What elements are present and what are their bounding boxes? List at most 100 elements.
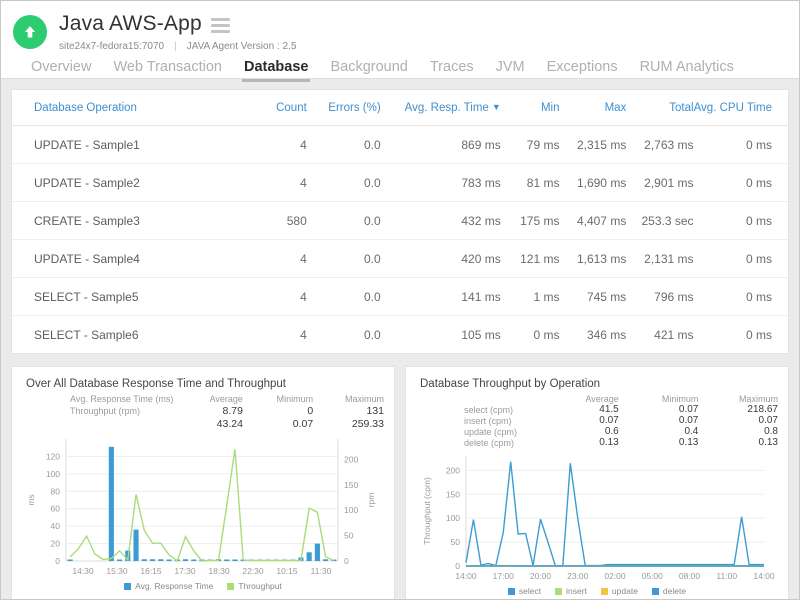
stats-avg-response-maximum: 131 bbox=[313, 405, 384, 418]
cell-count: 4 bbox=[243, 126, 307, 164]
column-header-database-operation[interactable]: Database Operation bbox=[12, 90, 243, 126]
svg-text:150: 150 bbox=[446, 489, 460, 499]
cell-total: 2,131 ms bbox=[626, 240, 693, 278]
chevron-down-icon: ▼ bbox=[492, 102, 501, 112]
svg-text:05:00: 05:00 bbox=[642, 571, 664, 581]
stats-label-select: select (cpm) bbox=[416, 404, 539, 415]
cell-max: 1,613 ms bbox=[559, 240, 626, 278]
cell-operation: SELECT - Sample6 bbox=[12, 316, 243, 354]
stats-row: select (cpm) 41.5 0.07 218.67 bbox=[416, 404, 778, 415]
legend-item-delete[interactable]: delete bbox=[652, 586, 686, 596]
svg-text:08:00: 08:00 bbox=[679, 571, 701, 581]
column-header-min[interactable]: Min bbox=[501, 90, 560, 126]
table-header-row: Database Operation Count Errors (%) Avg.… bbox=[12, 90, 788, 126]
host-label: site24x7-fedora15:7070 bbox=[59, 41, 164, 52]
stats-update-average: 0.6 bbox=[539, 426, 619, 437]
column-header-errors[interactable]: Errors (%) bbox=[307, 90, 381, 126]
legend-swatch-delete bbox=[652, 588, 659, 595]
cell-min: 175 ms bbox=[501, 202, 560, 240]
legend-item-select[interactable]: select bbox=[508, 586, 541, 596]
stats-select-minimum: 0.07 bbox=[619, 404, 699, 415]
app-window: Java AWS-App site24x7-fedora15:7070 | JA… bbox=[0, 0, 800, 600]
cell-avg-resp: 869 ms bbox=[381, 126, 501, 164]
column-header-avg-cpu-time[interactable]: Avg. CPU Time bbox=[694, 90, 788, 126]
cell-count: 4 bbox=[243, 240, 307, 278]
page-title: Java AWS-App bbox=[59, 13, 202, 35]
header-separator: | bbox=[174, 41, 177, 52]
svg-text:20: 20 bbox=[51, 539, 61, 549]
legend-item-avg-response-time[interactable]: Avg. Response Time bbox=[124, 581, 213, 591]
table-row: CREATE - Sample3 580 0.0 432 ms 175 ms 4… bbox=[12, 202, 788, 240]
cell-total: 2,901 ms bbox=[626, 164, 693, 202]
svg-text:100: 100 bbox=[46, 469, 60, 479]
left-chart-legend: Avg. Response Time Throughput bbox=[22, 581, 384, 591]
app-header: Java AWS-App site24x7-fedora15:7070 | JA… bbox=[1, 1, 799, 79]
legend-swatch-insert bbox=[555, 588, 562, 595]
column-header-count[interactable]: Count bbox=[243, 90, 307, 126]
table-body: UPDATE - Sample1 4 0.0 869 ms 79 ms 2,31… bbox=[12, 126, 788, 354]
svg-text:11:00: 11:00 bbox=[716, 571, 737, 581]
svg-text:20:00: 20:00 bbox=[530, 571, 552, 581]
stats-avg-response-average: 8.79 bbox=[173, 405, 243, 418]
cell-max: 4,407 ms bbox=[559, 202, 626, 240]
cell-avg-resp: 420 ms bbox=[381, 240, 501, 278]
column-header-avg-resp-time-label: Avg. Resp. Time bbox=[405, 102, 489, 114]
header-divider bbox=[1, 78, 799, 79]
cell-avg-cpu: 0 ms bbox=[694, 240, 788, 278]
column-header-avg-resp-time[interactable]: Avg. Resp. Time▼ bbox=[381, 90, 501, 126]
cell-total: 253.3 sec bbox=[626, 202, 693, 240]
legend-item-update[interactable]: update bbox=[601, 586, 638, 596]
cell-total: 2,763 ms bbox=[626, 126, 693, 164]
stats-insert-average: 0.07 bbox=[539, 415, 619, 426]
stats-select-maximum: 218.67 bbox=[698, 404, 778, 415]
left-chart-plot[interactable]: 02040608010012005010015020014:3015:3016:… bbox=[22, 431, 382, 583]
database-operations-card: Database Operation Count Errors (%) Avg.… bbox=[11, 89, 789, 354]
svg-text:22:30: 22:30 bbox=[242, 566, 264, 576]
legend-item-throughput[interactable]: Throughput bbox=[227, 581, 281, 591]
left-chart-stats-table: Avg. Response Time (ms) Average Minimum … bbox=[22, 394, 384, 431]
cell-avg-resp: 432 ms bbox=[381, 202, 501, 240]
cell-errors: 0.0 bbox=[307, 278, 381, 316]
table-row: SELECT - Sample6 4 0.0 105 ms 0 ms 346 m… bbox=[12, 316, 788, 354]
column-header-max[interactable]: Max bbox=[559, 90, 626, 126]
overall-response-throughput-card: Over All Database Response Time and Thro… bbox=[11, 366, 395, 600]
svg-text:50: 50 bbox=[451, 537, 461, 547]
cell-operation: CREATE - Sample3 bbox=[12, 202, 243, 240]
svg-text:23:00: 23:00 bbox=[567, 571, 589, 581]
legend-label-delete: delete bbox=[663, 586, 686, 596]
table-row: SELECT - Sample5 4 0.0 141 ms 1 ms 745 m… bbox=[12, 278, 788, 316]
stats-label-spacer-top bbox=[416, 394, 539, 404]
stats-insert-maximum: 0.07 bbox=[698, 415, 778, 426]
right-chart-plot[interactable]: 05010015020014:0017:0020:0023:0002:0005:… bbox=[416, 448, 776, 588]
table-row: UPDATE - Sample1 4 0.0 869 ms 79 ms 2,31… bbox=[12, 126, 788, 164]
hamburger-menu-icon[interactable] bbox=[211, 18, 230, 33]
cell-errors: 0.0 bbox=[307, 126, 381, 164]
cell-avg-resp: 141 ms bbox=[381, 278, 501, 316]
cell-avg-resp: 783 ms bbox=[381, 164, 501, 202]
column-header-total[interactable]: Total bbox=[626, 90, 693, 126]
agent-version-label: JAVA Agent Version : 2.5 bbox=[187, 41, 297, 52]
legend-item-insert[interactable]: insert bbox=[555, 586, 587, 596]
stats-delete-minimum: 0.13 bbox=[619, 437, 699, 448]
cell-count: 580 bbox=[243, 202, 307, 240]
right-chart-legend: select insert update delete bbox=[416, 586, 778, 596]
svg-text:60: 60 bbox=[51, 504, 61, 514]
cell-count: 4 bbox=[243, 164, 307, 202]
stats-row: delete (cpm) 0.13 0.13 0.13 bbox=[416, 437, 778, 448]
stats-header-average: Average bbox=[539, 394, 619, 404]
stats-delete-maximum: 0.13 bbox=[698, 437, 778, 448]
cell-avg-cpu: 0 ms bbox=[694, 316, 788, 354]
svg-text:100: 100 bbox=[344, 505, 358, 515]
legend-label-insert: insert bbox=[566, 586, 587, 596]
table-row: UPDATE - Sample4 4 0.0 420 ms 121 ms 1,6… bbox=[12, 240, 788, 278]
right-chart-stats-table: Average Minimum Maximum select (cpm) 41.… bbox=[416, 394, 778, 448]
cell-operation: UPDATE - Sample4 bbox=[12, 240, 243, 278]
left-chart-title: Over All Database Response Time and Thro… bbox=[26, 378, 384, 390]
cell-errors: 0.0 bbox=[307, 316, 381, 354]
stats-insert-minimum: 0.07 bbox=[619, 415, 699, 426]
svg-text:120: 120 bbox=[46, 451, 60, 461]
stats-row: update (cpm) 0.6 0.4 0.8 bbox=[416, 426, 778, 437]
stats-header-minimum: Minimum bbox=[243, 394, 313, 405]
svg-text:14:00: 14:00 bbox=[753, 571, 775, 581]
up-arrow-circle-icon bbox=[13, 15, 47, 49]
